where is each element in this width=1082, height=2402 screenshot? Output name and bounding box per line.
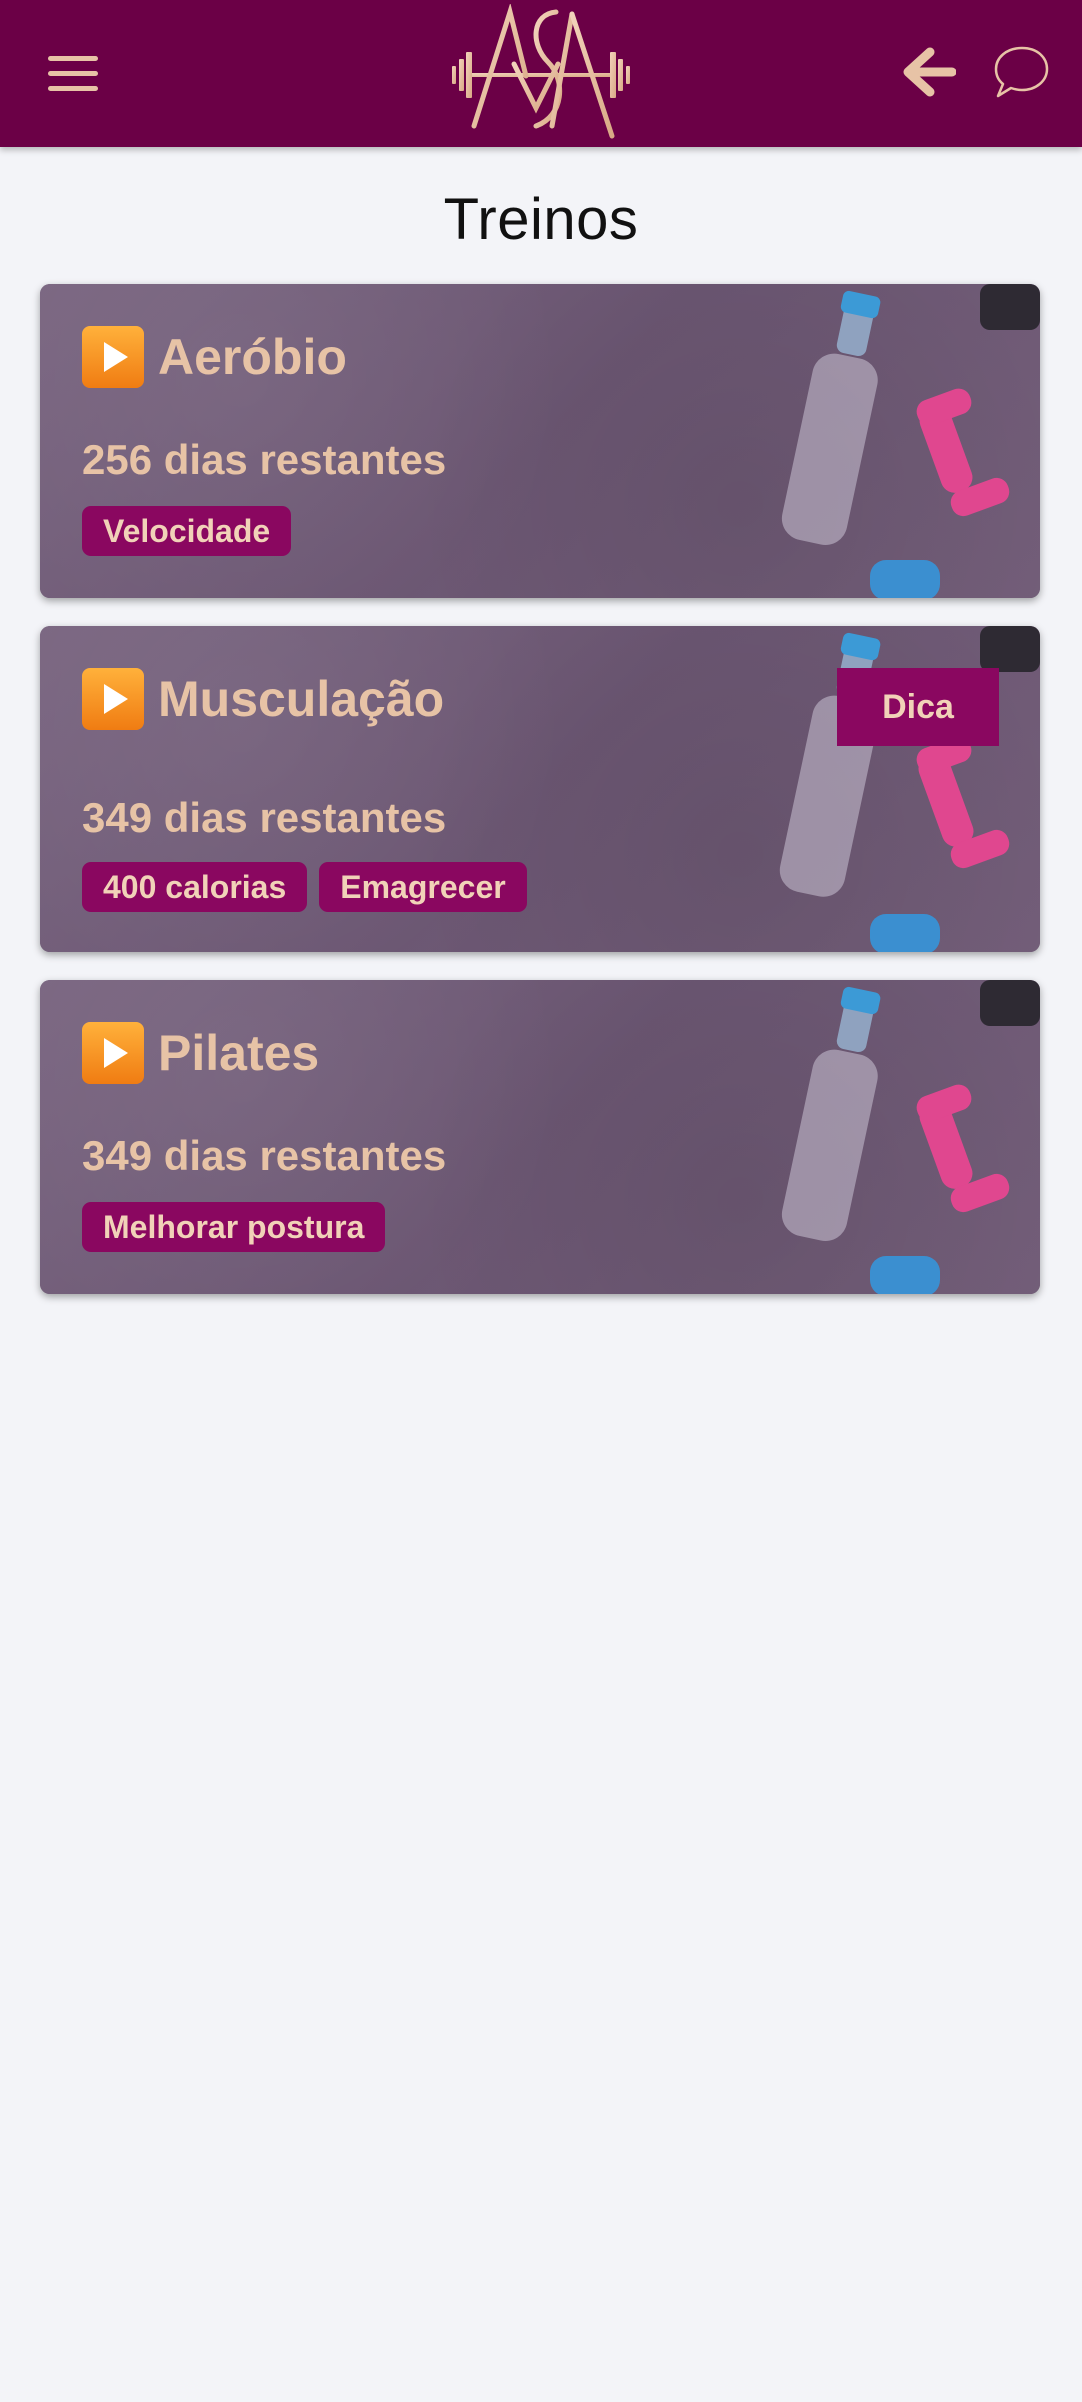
workout-card-aerobio[interactable]: Aeróbio 256 dias restantes Velocidade xyxy=(40,284,1040,598)
top-app-bar xyxy=(0,0,1082,147)
tag-list: Velocidade xyxy=(82,506,292,556)
arrow-left-icon[interactable] xyxy=(900,46,956,98)
tip-button[interactable]: Dica xyxy=(837,668,999,746)
fitness-background-image xyxy=(781,284,1040,598)
workout-card-pilates[interactable]: Pilates 349 dias restantes Melhorar post… xyxy=(40,980,1040,1294)
workout-title: Pilates xyxy=(82,1022,319,1084)
play-button-icon xyxy=(82,1022,144,1084)
days-remaining: 349 dias restantes xyxy=(82,794,447,841)
tag-list: 400 calorias Emagrecer xyxy=(82,862,527,912)
workout-title-text: Pilates xyxy=(158,1025,320,1081)
days-remaining: 349 dias restantes xyxy=(82,1132,447,1179)
tag-badge: Melhorar postura xyxy=(82,1202,386,1252)
workout-card-musculacao[interactable]: Musculação Dica 349 dias restantes 400 c… xyxy=(40,626,1040,952)
play-button-icon xyxy=(82,668,144,730)
tag-badge: 400 calorias xyxy=(82,862,308,912)
workout-title: Aeróbio xyxy=(82,326,347,388)
play-button-icon xyxy=(82,326,144,388)
fitness-background-image xyxy=(781,980,1040,1294)
hamburger-menu-icon[interactable] xyxy=(48,56,98,92)
tag-badge: Emagrecer xyxy=(319,862,527,912)
days-remaining: 256 dias restantes xyxy=(82,436,447,483)
workout-title-text: Musculação xyxy=(158,671,445,727)
chat-bubble-icon[interactable] xyxy=(992,44,1050,100)
page-title: Treinos xyxy=(443,187,639,252)
tag-badge: Velocidade xyxy=(82,506,292,556)
workout-title: Musculação xyxy=(82,668,444,730)
tag-list: Melhorar postura xyxy=(82,1202,386,1252)
workout-title-text: Aeróbio xyxy=(158,329,347,385)
asa-logo xyxy=(452,4,630,139)
